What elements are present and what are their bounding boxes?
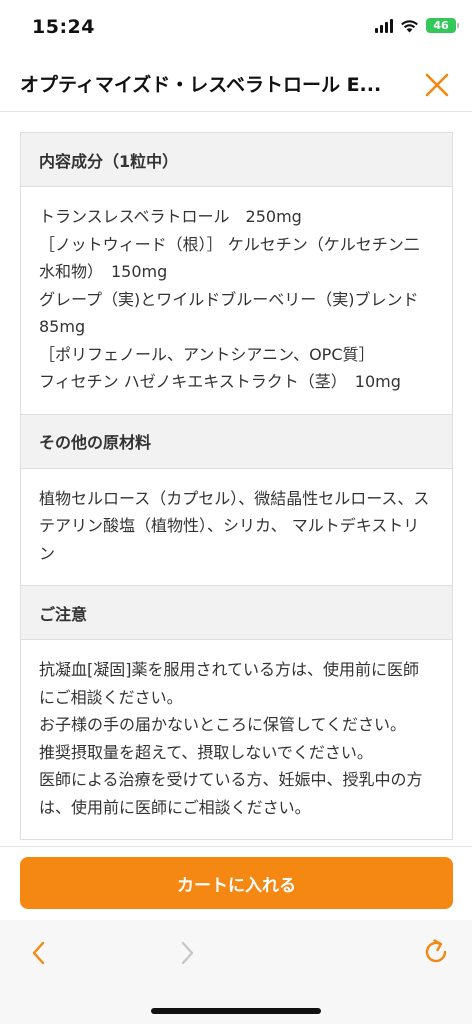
section-body-caution: 抗凝血[凝固]薬を服用されている方は、使用前に医師にご相談ください。 お子様の手… [21,640,452,839]
other-ingredients-text: 植物セルロース（カプセル）、微結晶性セルロース、ステアリン酸塩（植物性）、シリカ… [39,488,430,563]
section-heading-caution: ご注意 [21,586,452,640]
ingredient-line: グレープ（実)とワイルドブルーベリー（実)ブレンド 85mg [39,289,435,337]
section-heading-other-ingredients: その他の原材料 [21,414,452,469]
status-time: 15:24 [32,16,95,38]
ingredient-line: フィセチン ハゼノキエキストラクト（茎） 10mg [39,372,401,391]
status-indicators: 46 [375,18,459,33]
ingredient-line: トランスレスベラトロール 250mg [39,207,302,226]
reload-icon [425,939,447,963]
footer-bar: カートに入れる [0,846,472,920]
section-heading-ingredients: 内容成分（1粒中） [21,133,452,187]
battery-icon: 46 [426,18,459,33]
chevron-right-icon [181,941,194,965]
home-indicator [151,1008,321,1014]
ingredient-line: ［ポリフェノール、アントシアニン、OPC質］ [39,344,375,364]
caution-line: お子様の手の届かないところに保管してください。 [39,715,407,734]
reload-button[interactable] [420,936,450,966]
battery-level: 46 [433,19,449,32]
ingredients-table: 内容成分（1粒中） トランスレスベラトロール 250mg ［ノットウィード（根）… [20,132,453,840]
product-details-scroll[interactable]: 内容成分（1粒中） トランスレスベラトロール 250mg ［ノットウィード（根）… [0,112,472,846]
caution-line: 推奨摂取量を超えて、摂取しないでください。 [39,742,373,762]
cellular-signal-icon [375,18,393,33]
page-title: オプティマイズド・レスベラトロール E... [20,74,382,96]
back-button[interactable] [24,938,54,968]
wifi-icon [401,19,418,32]
ingredient-line: ［ノットウィード（根）］ ケルセチン（ケルセチン二水和物） 150mg [39,234,420,282]
section-body-ingredients: トランスレスベラトロール 250mg ［ノットウィード（根）］ ケルセチン（ケル… [21,187,452,415]
status-bar: 15:24 46 [0,0,472,56]
browser-toolbar [0,920,472,1024]
modal-header: オプティマイズド・レスベラトロール E... [0,56,472,112]
caution-line: 抗凝血[凝固]薬を服用されている方は、使用前に医師にご相談ください。 [39,660,420,707]
chevron-left-icon [32,941,45,965]
section-body-other-ingredients: 植物セルロース（カプセル）、微結晶性セルロース、ステアリン酸塩（植物性）、シリカ… [21,469,452,586]
caution-line: 医師による治療を受けている方、妊娠中、授乳中の方は、使用前に医師にご相談ください… [39,770,423,817]
forward-button[interactable] [172,938,202,968]
add-to-cart-button[interactable]: カートに入れる [20,857,453,909]
close-button[interactable] [422,70,452,100]
close-icon [425,73,449,97]
